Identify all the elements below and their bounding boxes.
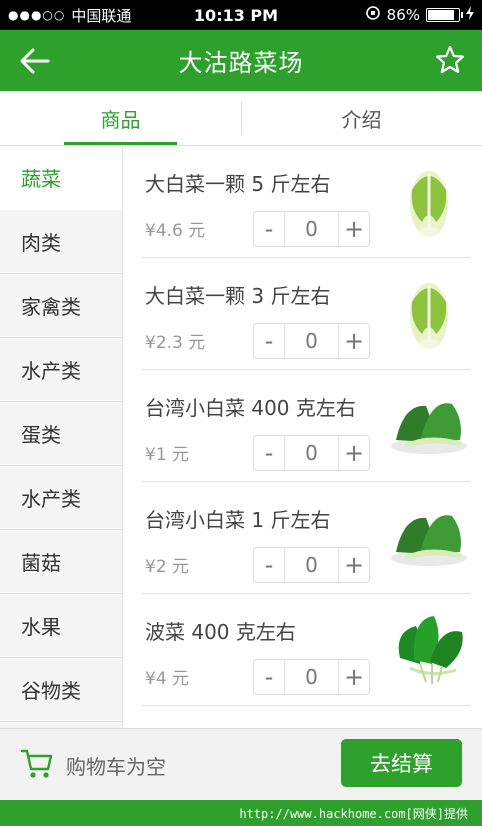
product-price: ¥2 元 [145, 557, 190, 577]
cart-status-text: 购物车为空 [66, 755, 166, 779]
product-item: 波菜 400 克左右 ¥4 元 - 0 + [142, 594, 470, 706]
bok-choy-image [390, 496, 468, 578]
page-title: 大沽路菜场 [178, 49, 304, 77]
product-price: ¥4 元 [145, 669, 190, 689]
bok-choy-image [390, 384, 468, 466]
status-bar: ●●●○○ 中国联通 10:13 PM 86% [0, 0, 482, 30]
decrement-button[interactable]: - [254, 548, 284, 582]
product-item: 大白菜一颗 5 斤左右 ¥4.6 元 - 0 + [142, 146, 470, 258]
sidebar-item-seafood[interactable]: 水产类 [0, 338, 122, 402]
quantity-stepper: - 0 + [253, 323, 370, 359]
sidebar-item-eggs[interactable]: 蛋类 [0, 402, 122, 466]
sidebar-item-poultry[interactable]: 家禽类 [0, 274, 122, 338]
product-price: ¥1 元 [145, 445, 190, 465]
increment-button[interactable]: + [339, 324, 369, 358]
sidebar-item-grains[interactable]: 谷物类 [0, 658, 122, 722]
product-item: 大白菜一颗 3 斤左右 ¥2.3 元 - 0 + [142, 258, 470, 370]
product-price: ¥2.3 元 [145, 333, 206, 353]
decrement-button[interactable]: - [254, 660, 284, 694]
product-name: 大白菜一颗 3 斤左右 [145, 284, 331, 308]
sidebar-item-fruit[interactable]: 水果 [0, 594, 122, 658]
battery-percent: 86% [386, 6, 420, 24]
sidebar-item-seafood-2[interactable]: 水产类 [0, 466, 122, 530]
charging-icon [466, 6, 474, 24]
increment-button[interactable]: + [339, 548, 369, 582]
nav-bar: 大沽路菜场 [0, 30, 482, 91]
back-arrow-icon[interactable] [18, 44, 52, 78]
decrement-button[interactable]: - [254, 212, 284, 246]
battery-icon [426, 8, 463, 22]
product-item: 台湾小白菜 400 克左右 ¥1 元 - 0 + [142, 370, 470, 482]
status-time: 10:13 PM [193, 5, 279, 25]
quantity-value: 0 [284, 324, 339, 358]
quantity-stepper: - 0 + [253, 659, 370, 695]
tab-products[interactable]: 商品 [0, 91, 241, 145]
quantity-stepper: - 0 + [253, 435, 370, 471]
product-name: 台湾小白菜 400 克左右 [145, 396, 356, 420]
carrier-name: 中国联通 [71, 6, 132, 25]
shopping-cart-icon[interactable] [20, 747, 54, 781]
quantity-value: 0 [284, 660, 339, 694]
product-name: 台湾小白菜 1 斤左右 [145, 508, 331, 532]
sidebar-item-mushrooms[interactable]: 菌菇 [0, 530, 122, 594]
increment-button[interactable]: + [339, 660, 369, 694]
decrement-button[interactable]: - [254, 324, 284, 358]
favorite-star-icon[interactable] [434, 44, 466, 76]
decrement-button[interactable]: - [254, 436, 284, 470]
product-item: 台湾小白菜 1 斤左右 ¥2 元 - 0 + [142, 482, 470, 594]
tab-divider [241, 101, 242, 135]
napa-cabbage-image [390, 160, 468, 242]
checkout-button[interactable]: 去结算 [341, 739, 462, 787]
product-price: ¥4.6 元 [145, 221, 206, 241]
increment-button[interactable]: + [339, 436, 369, 470]
product-name: 波菜 400 克左右 [145, 620, 296, 644]
quantity-value: 0 [284, 548, 339, 582]
rotation-lock-icon [365, 5, 381, 25]
spinach-image [390, 608, 468, 690]
product-list: 大白菜一颗 5 斤左右 ¥4.6 元 - 0 + 大白菜一颗 3 斤左右 ¥2.… [123, 146, 482, 738]
cart-bar: 购物车为空 去结算 [0, 728, 482, 800]
category-sidebar: 蔬菜 肉类 家禽类 水产类 蛋类 水产类 菌菇 水果 谷物类 [0, 146, 123, 738]
tab-introduction[interactable]: 介绍 [241, 91, 482, 145]
watermark-footer: http://www.hackhome.com[网侠]提供 [0, 800, 482, 826]
quantity-value: 0 [284, 212, 339, 246]
signal-strength-icon: ●●●○○ [8, 8, 66, 22]
sidebar-item-meat[interactable]: 肉类 [0, 210, 122, 274]
napa-cabbage-image [390, 272, 468, 354]
quantity-stepper: - 0 + [253, 211, 370, 247]
product-name: 大白菜一颗 5 斤左右 [145, 172, 331, 196]
sidebar-item-vegetables[interactable]: 蔬菜 [0, 146, 122, 210]
increment-button[interactable]: + [339, 212, 369, 246]
quantity-stepper: - 0 + [253, 547, 370, 583]
quantity-value: 0 [284, 436, 339, 470]
